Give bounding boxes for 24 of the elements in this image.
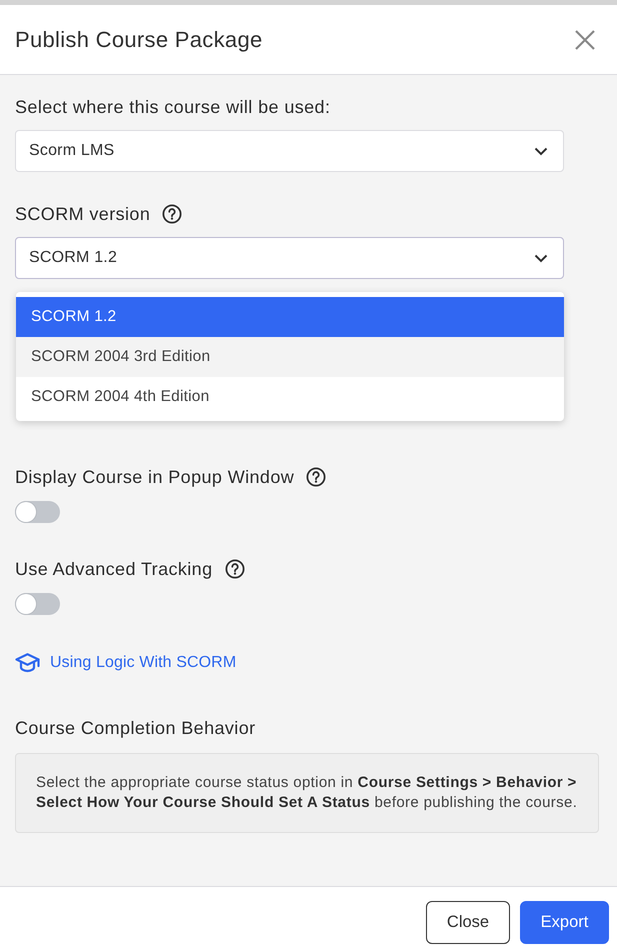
graduation-cap-icon (15, 653, 41, 673)
export-button[interactable]: Export (520, 901, 609, 944)
toggle-switch[interactable] (15, 501, 60, 523)
dropdown-option[interactable]: SCORM 2004 4th Edition (16, 377, 564, 417)
help-icon[interactable] (162, 204, 182, 224)
chevron-down-icon (534, 254, 548, 262)
close-icon[interactable] (575, 30, 595, 50)
setting-label: Use Advanced Tracking (15, 559, 213, 579)
field-label: SCORM version (15, 204, 150, 224)
dropdown-field[interactable]: Scorm LMS (15, 130, 564, 172)
help-icon[interactable] (224, 559, 245, 579)
dropdown-field[interactable]: SCORM 1.2 (15, 237, 564, 279)
info-text: Select the appropriate course status option in Course Settings > Behavior > Select How Your Course Should Set A Status before publishing the course. (36, 773, 578, 813)
toggle-switch[interactable] (15, 593, 60, 615)
help-link[interactable]: Using Logic With SCORM (15, 653, 236, 673)
setting-label: Display Course in Popup Window (15, 467, 294, 487)
field-label: Select where this course will be used: (15, 97, 330, 117)
section-heading: Course Completion Behavior (15, 718, 257, 738)
window-title: Publish Course Package (15, 26, 263, 52)
close-button[interactable]: Close (426, 901, 510, 944)
chevron-down-icon (534, 146, 548, 156)
help-icon[interactable] (306, 467, 326, 487)
dropdown-option[interactable]: SCORM 2004 3rd Edition (16, 337, 564, 377)
dropdown-option[interactable]: SCORM 1.2 (16, 297, 564, 337)
